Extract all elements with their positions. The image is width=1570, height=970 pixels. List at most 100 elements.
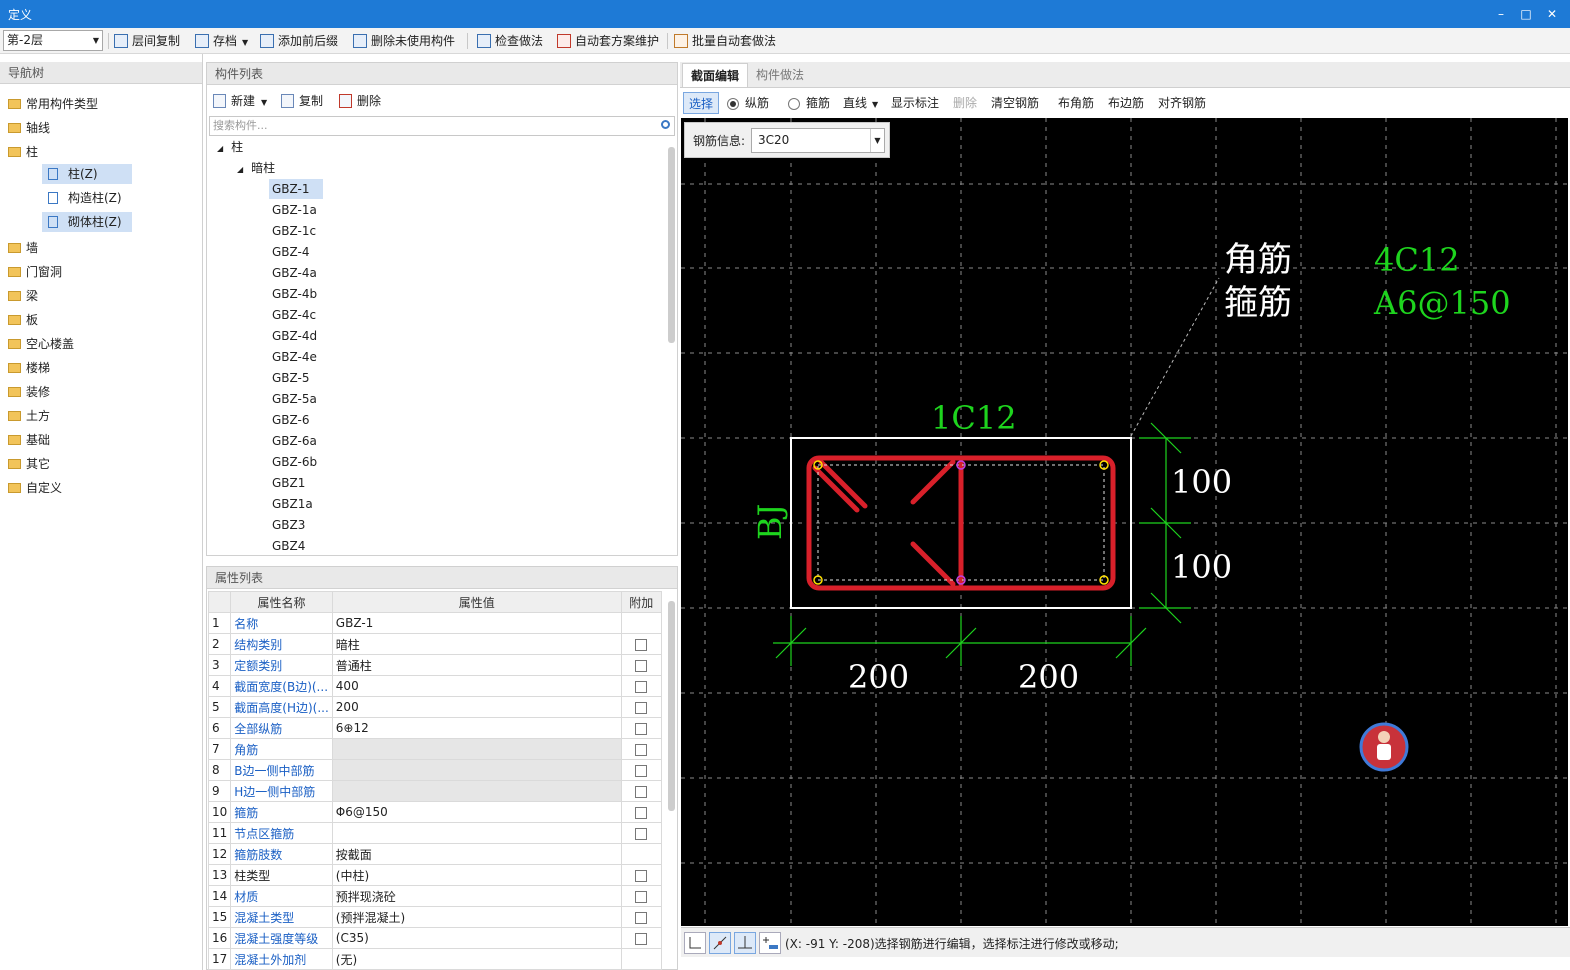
nav-item[interactable]: 梁 xyxy=(8,286,38,306)
property-row[interactable]: 14 材质 预拌现浇砼 xyxy=(207,885,662,907)
extra-checkbox[interactable] xyxy=(635,659,648,672)
tab-component-method[interactable]: 构件做法 xyxy=(748,63,813,87)
nav-sub-item[interactable]: 构造柱(Z) xyxy=(42,188,132,208)
property-value[interactable] xyxy=(331,822,622,844)
extra-checkbox[interactable] xyxy=(635,890,648,903)
line-tool-button[interactable]: 直线 ▼ xyxy=(843,92,878,114)
component-list-item[interactable]: GBZ-5a xyxy=(269,389,323,409)
property-row[interactable]: 11 节点区箍筋 xyxy=(207,822,662,844)
assistant-avatar[interactable] xyxy=(1359,722,1409,772)
property-value[interactable]: Φ6@150 xyxy=(331,801,622,823)
property-value[interactable]: (预拌混凝土) xyxy=(331,906,622,928)
property-value[interactable]: 6⊕12 xyxy=(331,717,622,739)
edge-rebar-button[interactable]: 布边筋 xyxy=(1108,92,1144,114)
nav-sub-item[interactable]: 砌体柱(Z) xyxy=(42,212,132,232)
show-label-button[interactable]: 显示标注 xyxy=(891,92,939,114)
rebar-info-input[interactable]: 3C20 ▼ xyxy=(751,128,885,153)
extra-checkbox[interactable] xyxy=(635,701,648,714)
component-list-item[interactable]: GBZ-1c xyxy=(269,221,323,241)
new-button[interactable]: 新建 ▼ xyxy=(211,90,267,112)
check-method-button[interactable]: 检查做法 xyxy=(475,31,543,51)
property-value[interactable]: (无) xyxy=(331,948,622,970)
property-row[interactable]: 2 结构类别 暗柱 xyxy=(207,633,662,655)
extra-checkbox[interactable] xyxy=(635,722,648,735)
property-row[interactable]: 16 混凝土强度等级 (C35) xyxy=(207,927,662,949)
property-row[interactable]: 10 箍筋 Φ6@150 xyxy=(207,801,662,823)
nav-item[interactable]: 轴线 xyxy=(8,118,50,138)
component-list-item[interactable]: GBZ1 xyxy=(269,473,323,493)
property-row[interactable]: 15 混凝土类型 (预拌混凝土) xyxy=(207,906,662,928)
nav-sub-item[interactable]: 柱(Z) xyxy=(42,164,132,184)
component-list-item[interactable]: GBZ-6 xyxy=(269,410,323,430)
nav-item[interactable]: 自定义 xyxy=(8,478,62,498)
mid-rebar-label[interactable]: 1C12 xyxy=(931,399,1017,437)
nav-item[interactable]: 墙 xyxy=(8,238,38,258)
tab-section-edit[interactable]: 截面编辑 xyxy=(682,63,749,87)
snap-toggle[interactable] xyxy=(709,932,731,954)
nav-item[interactable]: 常用构件类型 xyxy=(8,94,98,114)
side-label[interactable]: BJ xyxy=(751,504,789,540)
property-value[interactable]: 400 xyxy=(331,675,622,697)
dim-height-1[interactable]: 100 xyxy=(1171,463,1232,501)
close-button[interactable]: ✕ xyxy=(1541,4,1563,24)
clear-rebar-button[interactable]: 清空钢筋 xyxy=(991,92,1039,114)
archive-button[interactable]: 存档 ▼ xyxy=(193,31,248,51)
delete-tool-button[interactable]: 删除 xyxy=(953,92,977,114)
extra-checkbox[interactable] xyxy=(635,869,648,882)
extra-checkbox[interactable] xyxy=(635,827,648,840)
property-row[interactable]: 9 H边一侧中部筋 xyxy=(207,780,662,802)
perpendicular-toggle[interactable] xyxy=(734,932,756,954)
list-scrollbar[interactable] xyxy=(668,147,675,343)
drawing-canvas[interactable]: 角筋 箍筋 4C12 A6@150 1C12 BJ 100 100 200 20… xyxy=(681,118,1568,926)
component-list-item[interactable]: GBZ-4e xyxy=(269,347,323,367)
section-drawing[interactable]: 角筋 箍筋 4C12 A6@150 1C12 BJ 100 100 200 20… xyxy=(681,118,1568,926)
dim-width-1[interactable]: 200 xyxy=(848,658,909,696)
extra-checkbox[interactable] xyxy=(635,932,648,945)
property-value[interactable]: (C35) xyxy=(331,927,622,949)
dim-height-2[interactable]: 100 xyxy=(1171,548,1232,586)
component-list-item[interactable]: GBZ-5 xyxy=(269,368,323,388)
property-row[interactable]: 13 柱类型 (中柱) xyxy=(207,864,662,886)
nav-item[interactable]: 空心楼盖 xyxy=(8,334,74,354)
component-list-item[interactable]: GBZ-4d xyxy=(269,326,323,346)
floor-select[interactable]: 第-2层 ▼ xyxy=(3,30,103,51)
component-list-item[interactable]: GBZ-4 xyxy=(269,242,323,262)
property-row[interactable]: 1 名称 GBZ-1 xyxy=(207,612,662,634)
property-value[interactable]: 暗柱 xyxy=(331,633,622,655)
nav-item[interactable]: 基础 xyxy=(8,430,50,450)
component-list-item[interactable]: GBZ-4b xyxy=(269,284,323,304)
extra-checkbox[interactable] xyxy=(635,806,648,819)
delete-button[interactable]: 删除 xyxy=(337,90,381,112)
nav-item[interactable]: 楼梯 xyxy=(8,358,50,378)
extra-checkbox[interactable] xyxy=(635,785,648,798)
property-value[interactable] xyxy=(331,759,622,781)
stirrup-value[interactable]: A6@150 xyxy=(1373,284,1511,322)
component-list-item[interactable]: GBZ-6a xyxy=(269,431,323,451)
component-list-item[interactable]: GBZ-1 xyxy=(269,179,323,199)
copy-floor-button[interactable]: 层间复制 xyxy=(112,31,180,51)
property-row[interactable]: 8 B边一侧中部筋 xyxy=(207,759,662,781)
corner-value[interactable]: 4C12 xyxy=(1374,241,1460,279)
search-input[interactable]: 搜索构件... xyxy=(209,116,675,136)
property-scrollbar[interactable] xyxy=(668,601,675,811)
nav-item[interactable]: 土方 xyxy=(8,406,50,426)
copy-button[interactable]: 复制 xyxy=(279,90,323,112)
corner-rebar-button[interactable]: 布角筋 xyxy=(1058,92,1094,114)
tree-root[interactable]: ◢ 柱 xyxy=(217,137,243,157)
component-list-item[interactable]: GBZ-4a xyxy=(269,263,323,283)
property-row[interactable]: 17 混凝土外加剂 (无) xyxy=(207,948,662,970)
extra-checkbox[interactable] xyxy=(635,638,648,651)
property-value[interactable] xyxy=(331,738,622,760)
component-list-item[interactable]: GBZ-6b xyxy=(269,452,323,472)
minimize-button[interactable]: – xyxy=(1490,4,1512,24)
dynamic-input-toggle[interactable] xyxy=(759,932,781,954)
component-list-item[interactable]: GBZ-1a xyxy=(269,200,323,220)
component-list-item[interactable]: GBZ1a xyxy=(269,494,323,514)
select-tool-button[interactable]: 选择 xyxy=(683,92,720,114)
radio-stirrup[interactable]: 箍筋 xyxy=(788,92,830,114)
dim-width-2[interactable]: 200 xyxy=(1018,658,1079,696)
tree-group[interactable]: ◢ 暗柱 xyxy=(237,158,275,178)
property-value[interactable]: GBZ-1 xyxy=(331,612,622,634)
extra-checkbox[interactable] xyxy=(635,680,648,693)
component-list-item[interactable]: GBZ4 xyxy=(269,536,323,556)
